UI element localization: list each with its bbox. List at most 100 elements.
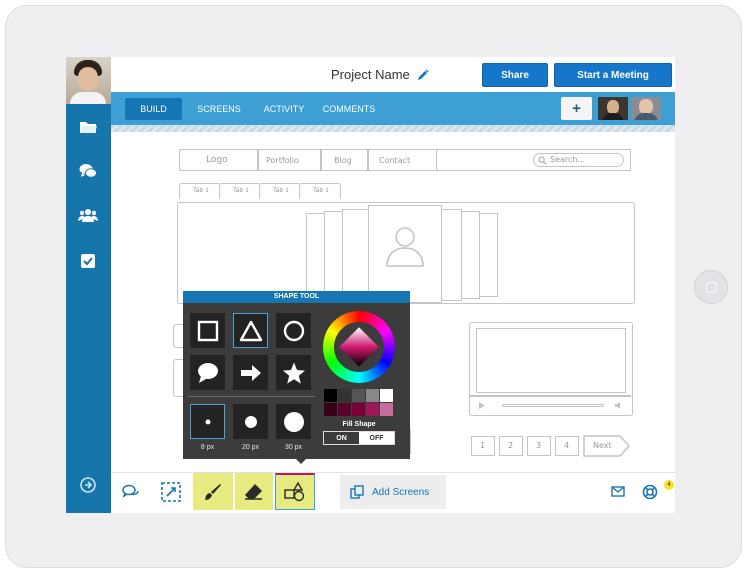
wf-tab-4: Tab 1 <box>299 183 341 199</box>
user-avatar[interactable] <box>66 57 111 104</box>
wf-nav-bar: Logo Portfolio Blog Contact <box>179 149 437 171</box>
size-30px-button[interactable] <box>276 404 311 439</box>
home-button[interactable] <box>694 270 728 304</box>
collaborator-avatar-1[interactable] <box>598 97 628 120</box>
notification-badge: 4 <box>664 480 674 490</box>
swatch-gray[interactable] <box>352 389 365 402</box>
wf-carousel <box>177 202 635 304</box>
wf-portfolio: Portfolio <box>266 156 299 165</box>
sidebar <box>66 57 111 513</box>
comment-bubbles-icon <box>122 484 139 498</box>
eraser-icon <box>245 483 262 500</box>
color-wheel[interactable] <box>323 311 395 383</box>
fill-shape-label: Fill Shape <box>342 421 376 428</box>
arrow-shape-button[interactable] <box>233 355 268 390</box>
comment-tool-button[interactable] <box>115 473 147 510</box>
wf-next-label: Next <box>593 441 612 450</box>
fill-on-option[interactable]: ON <box>324 432 359 444</box>
tab-comments[interactable]: COMMENTS <box>319 98 379 120</box>
wf-page-3: 3 <box>527 436 551 456</box>
wf-tab-3: Tab 1 <box>259 183 301 199</box>
wf-search-area: Search... <box>437 149 631 171</box>
swatch-maroon-4[interactable] <box>366 403 379 416</box>
add-screens-label: Add Screens <box>372 486 430 498</box>
wf-tab-1: Tab 1 <box>179 183 221 199</box>
envelope-icon <box>611 486 625 497</box>
wf-volume-icon <box>615 402 620 409</box>
selection-icon <box>161 481 181 502</box>
swatch-dark-gray[interactable] <box>338 389 351 402</box>
chat-icon[interactable] <box>78 161 98 181</box>
shape-tool-title: SHAPE TOOL <box>183 291 410 303</box>
speech-bubble-shape-button[interactable] <box>190 355 225 390</box>
size-30px-label: 30 px <box>284 444 303 451</box>
app-screen: Project Name Share Start a Meeting BUILD… <box>66 57 675 513</box>
swatch-maroon-1[interactable] <box>324 403 337 416</box>
popup-pointer <box>296 459 306 464</box>
triangle-icon <box>239 320 262 341</box>
tab-screens[interactable]: SCREENS <box>191 98 247 120</box>
wf-image-placeholder <box>368 205 442 303</box>
project-name[interactable]: Project Name <box>331 67 410 82</box>
shapes-icon <box>284 482 305 502</box>
swatch-black[interactable] <box>324 389 337 402</box>
wf-search-placeholder: Search... <box>550 155 586 164</box>
speech-bubble-icon <box>197 362 218 383</box>
wf-logo: Logo <box>206 155 228 165</box>
checkbox-icon[interactable] <box>78 251 98 271</box>
wf-video-player <box>469 322 633 416</box>
share-button[interactable]: Share <box>482 63 548 87</box>
star-icon <box>282 362 305 384</box>
size-8px-button[interactable] <box>190 404 225 439</box>
wf-search-box: Search... <box>533 153 624 167</box>
header-bar: Project Name Share Start a Meeting <box>111 57 675 92</box>
start-meeting-button[interactable]: Start a Meeting <box>554 63 672 87</box>
size-20px-label: 20 px <box>241 444 260 451</box>
nav-divider <box>111 125 675 132</box>
star-shape-button[interactable] <box>276 355 311 390</box>
nav-bar: BUILD SCREENS ACTIVITY COMMENTS + <box>111 92 675 125</box>
arrow-icon <box>240 364 261 381</box>
help-button[interactable] <box>637 473 663 510</box>
wf-play-icon <box>479 402 485 409</box>
arrow-right-circle-icon[interactable] <box>78 475 98 495</box>
shape-tool-button[interactable] <box>275 473 315 510</box>
wf-page-1: 1 <box>471 436 495 456</box>
add-screens-icon <box>350 485 364 499</box>
person-placeholder-icon <box>386 227 424 267</box>
users-icon[interactable] <box>78 205 98 225</box>
brush-tool-button[interactable] <box>193 473 233 510</box>
swatch-white[interactable] <box>380 389 393 402</box>
triangle-shape-button[interactable] <box>233 313 268 348</box>
size-8px-label: 8 px <box>200 444 215 451</box>
bottom-toolbar: Add Screens 4 <box>111 472 675 513</box>
swatch-maroon-2[interactable] <box>338 403 351 416</box>
eraser-tool-button[interactable] <box>235 473 273 510</box>
size-20px-button[interactable] <box>233 404 268 439</box>
wf-contact: Contact <box>379 156 411 165</box>
square-shape-button[interactable] <box>190 313 225 348</box>
tab-activity[interactable]: ACTIVITY <box>258 98 310 120</box>
wf-page-2: 2 <box>499 436 523 456</box>
add-screens-button[interactable]: Add Screens <box>340 475 446 509</box>
select-tool-button[interactable] <box>152 473 190 510</box>
fill-shape-toggle[interactable]: ON OFF <box>323 431 395 445</box>
wf-page-4: 4 <box>555 436 579 456</box>
circle-shape-button[interactable] <box>276 313 311 348</box>
shape-tool-panel: SHAPE TOOL 8 px 20 px 30 px Fill Shape O… <box>183 291 410 459</box>
brush-icon <box>205 483 221 500</box>
wf-tab-2: Tab 1 <box>219 183 261 199</box>
swatch-pink[interactable] <box>380 403 393 416</box>
collaborator-avatar-2[interactable] <box>631 97 661 120</box>
wf-search-icon <box>538 156 547 165</box>
wf-blog: Blog <box>334 156 352 165</box>
tab-build[interactable]: BUILD <box>125 98 182 120</box>
swatch-light-gray[interactable] <box>366 389 379 402</box>
lifebuoy-icon <box>642 484 658 499</box>
swatch-maroon-3[interactable] <box>352 403 365 416</box>
edit-pencil-icon[interactable] <box>417 68 429 80</box>
folder-icon[interactable] <box>78 117 98 137</box>
add-collaborator-button[interactable]: + <box>561 97 592 120</box>
fill-off-option[interactable]: OFF <box>359 432 394 444</box>
messages-button[interactable] <box>605 473 631 510</box>
